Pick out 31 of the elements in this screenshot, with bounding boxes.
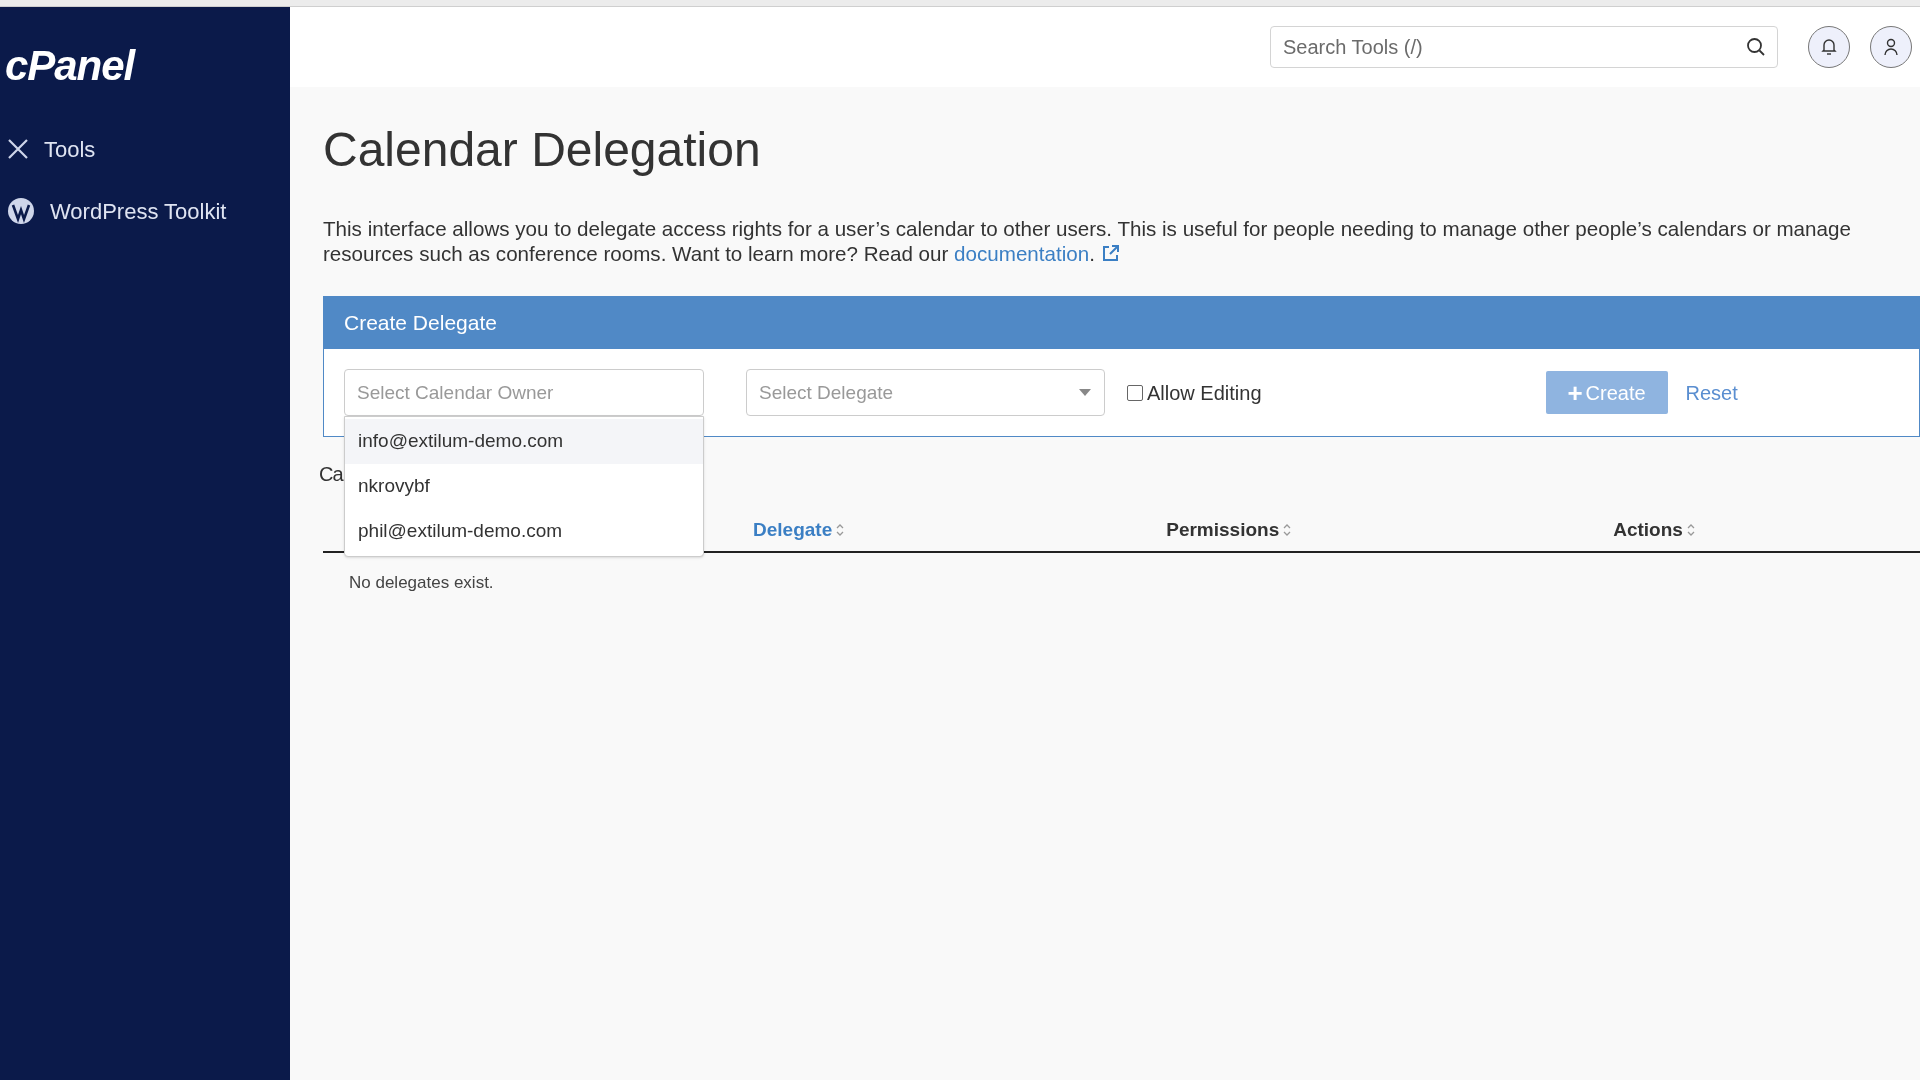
sidebar-item[interactable]: WordPress Toolkit <box>0 193 227 229</box>
section-heading: Ca <box>319 462 343 487</box>
column-header[interactable]: Actions <box>1613 515 1695 545</box>
delegate-select[interactable]: Select Delegate <box>746 369 1105 416</box>
search-field[interactable]: Search Tools (/) <box>1270 26 1778 68</box>
empty-message: No delegates exist. <box>349 572 494 594</box>
allow-editing-checkbox[interactable] <box>1127 384 1143 401</box>
intro-paragraph: This interface allows you to delegate access rights for a user’s calendar to other users. This is useful for people needing to manage other people’s calendars or manage resources such as conference rooms. Want to learn more? Read our documentation. <box>323 216 1852 266</box>
user-icon <box>1883 38 1899 56</box>
wordpress-icon <box>6 196 36 226</box>
column-header[interactable]: Delegate <box>753 515 845 545</box>
bell-icon <box>1821 38 1837 56</box>
sidebar-item[interactable]: Tools <box>0 131 96 167</box>
user-button[interactable] <box>1870 26 1912 68</box>
notifications-button[interactable] <box>1808 26 1850 68</box>
calendar-owner-select[interactable]: Select Calendar Owner <box>344 369 704 416</box>
allow-editing-label: Allow Editing <box>1147 380 1262 406</box>
cpanel-logo[interactable]: cPanel <box>5 45 135 87</box>
external-link-icon[interactable] <box>1100 243 1121 263</box>
owner-option[interactable]: nkrovybf <box>345 464 703 509</box>
sort-icon <box>836 523 845 537</box>
owner-option[interactable]: phil@extilum-demo.com <box>345 509 703 554</box>
panel-title: Create Delegate <box>344 310 497 337</box>
page-title: Calendar Delegation <box>323 122 761 178</box>
column-header[interactable]: Permissions <box>1166 515 1292 545</box>
caret-icon <box>1079 389 1091 396</box>
owner-option[interactable]: info@extilum-demo.com <box>345 419 703 464</box>
documentation-link[interactable]: documentation <box>954 242 1090 265</box>
sort-icon <box>1283 523 1292 537</box>
sort-icon <box>1686 523 1695 537</box>
search-icon <box>1746 37 1766 57</box>
